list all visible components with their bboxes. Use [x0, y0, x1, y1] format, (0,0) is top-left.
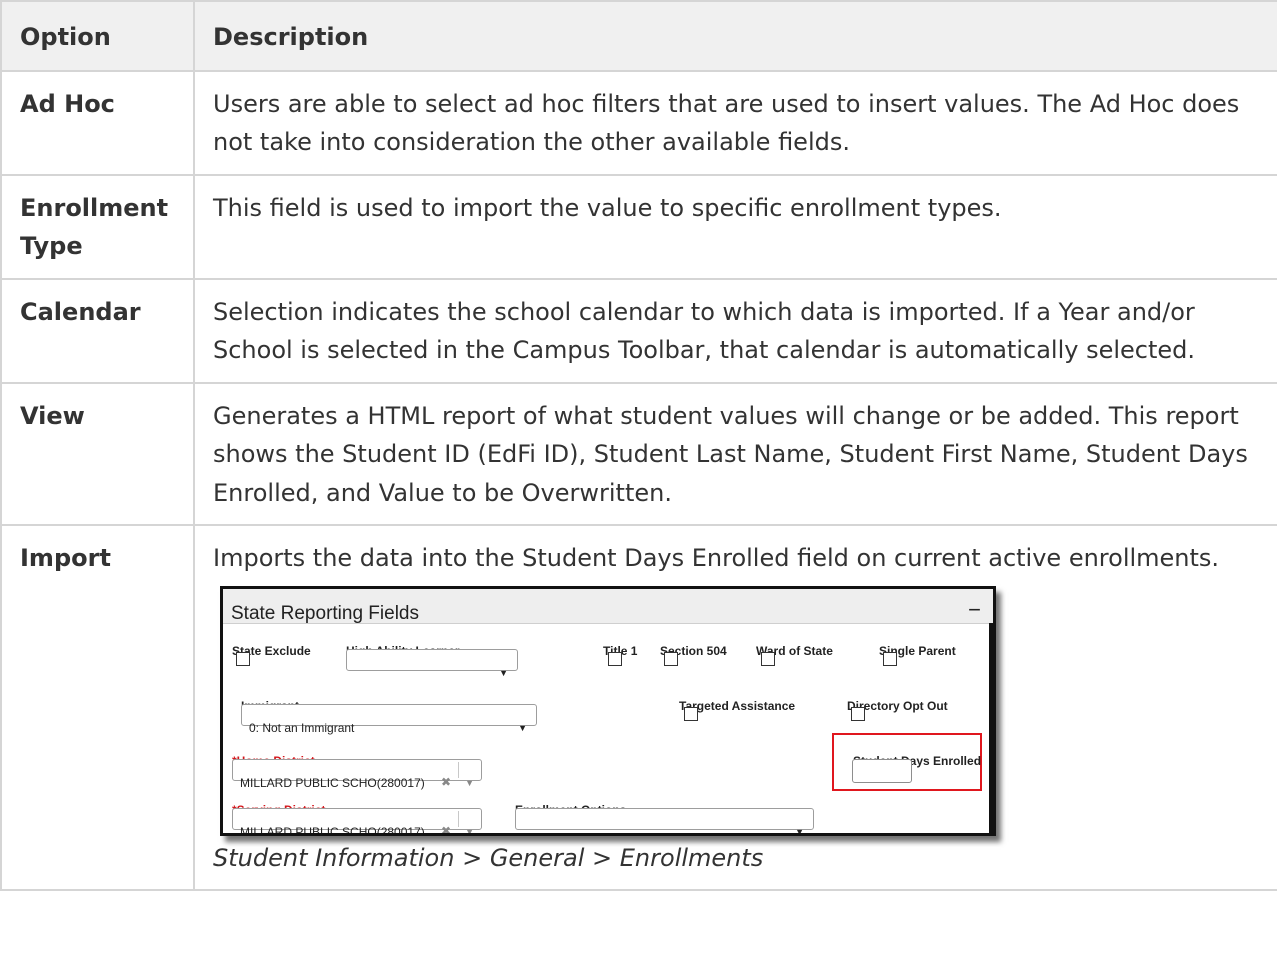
panel-header: State Reporting Fields − [223, 588, 993, 624]
option-cell: Calendar [0, 277, 195, 384]
clear-icon[interactable]: ✖ [441, 763, 451, 802]
header-option: Option [0, 0, 195, 72]
option-cell: Enrollment Type [0, 173, 195, 280]
student-days-enrolled-input[interactable] [852, 758, 912, 783]
description-cell: Imports the data into the Student Days E… [193, 524, 1277, 891]
description-cell: This field is used to import the value t… [193, 173, 1277, 280]
clear-icon[interactable]: ✖ [441, 812, 451, 833]
header-description: Description [193, 0, 1277, 72]
table-row: Import Imports the data into the Student… [0, 524, 1277, 891]
title-1-checkbox[interactable] [608, 651, 622, 666]
select-divider [458, 761, 459, 778]
targeted-assistance-checkbox[interactable] [684, 706, 698, 721]
enrollment-options-select[interactable]: ▼ [515, 807, 814, 833]
single-parent-checkbox[interactable] [883, 651, 897, 666]
state-exclude-checkbox[interactable] [236, 651, 250, 666]
figure-caption: Student Information > General > Enrollme… [213, 843, 764, 872]
serving-district-select[interactable]: MILLARD PUBLIC SCHO(280017) ✖ ▼ [232, 807, 482, 833]
chevron-down-icon[interactable]: ▼ [465, 764, 474, 803]
chevron-down-icon: ▼ [499, 667, 508, 678]
description-cell: Generates a HTML report of what student … [193, 381, 1277, 526]
minimize-icon[interactable]: − [968, 591, 981, 630]
table-row: Ad Hoc Users are able to select ad hoc f… [0, 69, 1277, 176]
scrollbar[interactable] [989, 622, 993, 833]
screenshot-figure: State Reporting Fields − State Exclude H… [220, 585, 1006, 841]
table-row: View Generates a HTML report of what stu… [0, 381, 1277, 526]
state-reporting-fields-panel: State Reporting Fields − State Exclude H… [220, 585, 996, 836]
chevron-down-icon: ▼ [518, 722, 527, 733]
high-ability-learner-select[interactable]: ▼ [346, 648, 518, 678]
chevron-down-icon: ▼ [795, 826, 804, 836]
home-district-select[interactable]: MILLARD PUBLIC SCHO(280017) ✖ ▼ [232, 758, 482, 790]
table-header-row: Option Description [0, 0, 1277, 72]
serving-district-value: MILLARD PUBLIC SCHO(280017) [240, 824, 425, 836]
table-row: Enrollment Type This field is used to im… [0, 173, 1277, 280]
option-cell: Ad Hoc [0, 69, 195, 176]
options-table: Option Description Ad Hoc Users are able… [0, 0, 1277, 891]
directory-opt-out-checkbox[interactable] [851, 706, 865, 721]
select-divider [458, 810, 459, 827]
description-cell: Selection indicates the school calendar … [193, 277, 1277, 384]
section-504-checkbox[interactable] [664, 651, 678, 666]
import-description: Imports the data into the Student Days E… [213, 544, 1220, 572]
panel-title: State Reporting Fields [231, 602, 419, 624]
table-row: Calendar Selection indicates the school … [0, 277, 1277, 384]
ward-of-state-checkbox[interactable] [761, 651, 775, 666]
option-cell: View [0, 381, 195, 526]
immigrant-select[interactable]: 0: Not an Immigrant ▼ [241, 703, 537, 735]
description-cell: Users are able to select ad hoc filters … [193, 69, 1277, 176]
option-cell: Import [0, 524, 195, 891]
chevron-down-icon[interactable]: ▼ [465, 813, 474, 833]
